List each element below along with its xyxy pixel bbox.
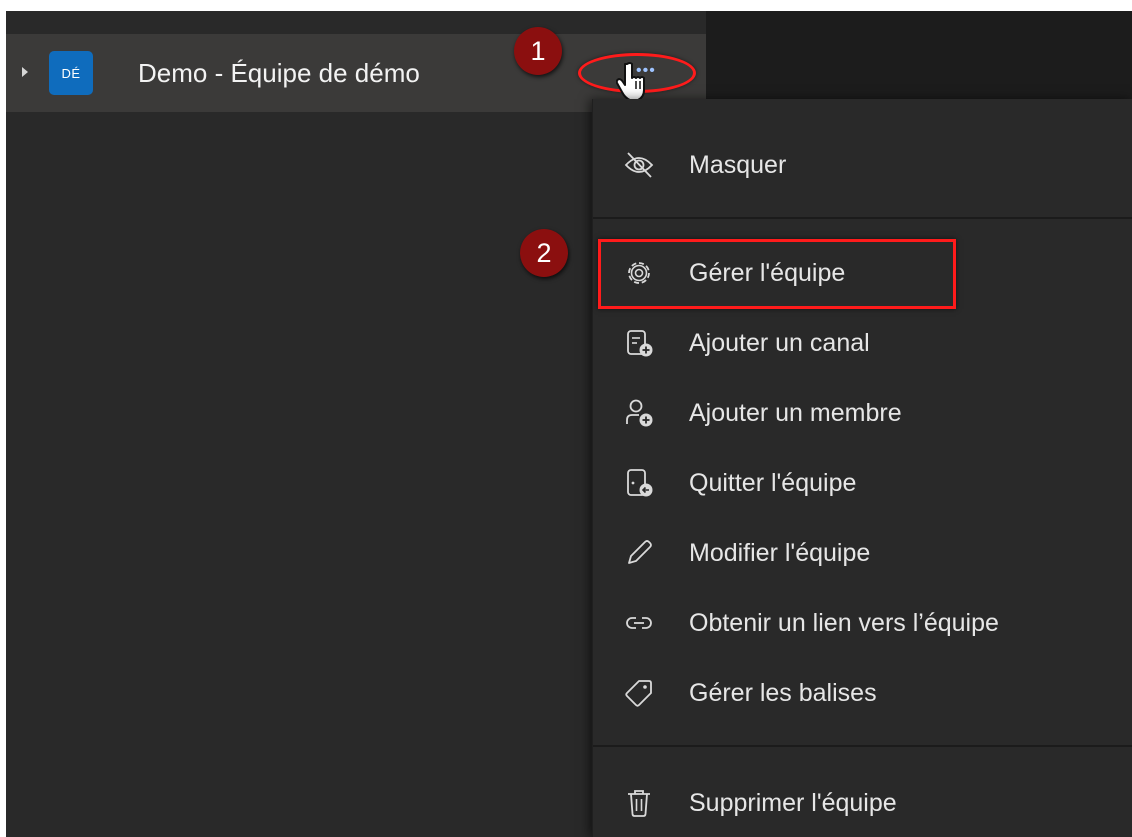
top-bar: [706, 11, 1132, 99]
add-member-icon: [626, 399, 653, 427]
tag-icon: [625, 680, 652, 707]
team-avatar: DÉ: [49, 51, 93, 95]
link-icon: [626, 617, 652, 629]
team-name: Demo - Équipe de démo: [138, 58, 420, 88]
leave-team-icon: [627, 469, 653, 497]
menu-item-label: Obtenir un lien vers l’équipe: [689, 609, 999, 637]
step-badge-2: 2: [520, 229, 568, 277]
trash-icon: [628, 790, 650, 817]
menu-item-label: Quitter l'équipe: [689, 469, 857, 497]
menu-item-get-link[interactable]: Obtenir un lien vers l’équipe: [593, 593, 1132, 653]
expand-caret-icon[interactable]: [22, 67, 28, 77]
menu-item-label: Modifier l'équipe: [689, 539, 871, 567]
menu-item-add-channel[interactable]: Ajouter un canal: [593, 313, 1132, 373]
menu-item-edit-team[interactable]: Modifier l'équipe: [593, 523, 1132, 583]
menu-item-label: Ajouter un canal: [689, 329, 870, 357]
pencil-icon: [628, 540, 652, 564]
menu-item-hide[interactable]: Masquer: [593, 135, 1132, 195]
menu-item-label: Ajouter un membre: [689, 399, 902, 427]
add-channel-icon: [627, 330, 653, 357]
team-context-menu: Masquer Gérer l'équipe Ajouter un canal: [592, 99, 1132, 837]
menu-item-label: Supprimer l'équipe: [689, 789, 897, 817]
eye-off-icon: [624, 152, 654, 178]
menu-item-leave-team[interactable]: Quitter l'équipe: [593, 453, 1132, 513]
menu-item-label: Masquer: [689, 151, 787, 179]
hand-cursor-icon: [616, 62, 645, 101]
teams-window: DÉ Demo - Équipe de démo ••• Masquer Gér…: [6, 11, 1132, 837]
annotation-highlight-box: [598, 239, 956, 309]
menu-item-delete-team[interactable]: Supprimer l'équipe: [593, 773, 1132, 833]
menu-item-add-member[interactable]: Ajouter un membre: [593, 383, 1132, 443]
menu-divider: [593, 745, 1132, 747]
more-options-button[interactable]: •••: [578, 53, 700, 101]
menu-item-label: Gérer les balises: [689, 679, 877, 707]
menu-divider: [593, 217, 1132, 219]
menu-item-manage-tags[interactable]: Gérer les balises: [593, 663, 1132, 723]
step-badge-1: 1: [514, 27, 562, 75]
